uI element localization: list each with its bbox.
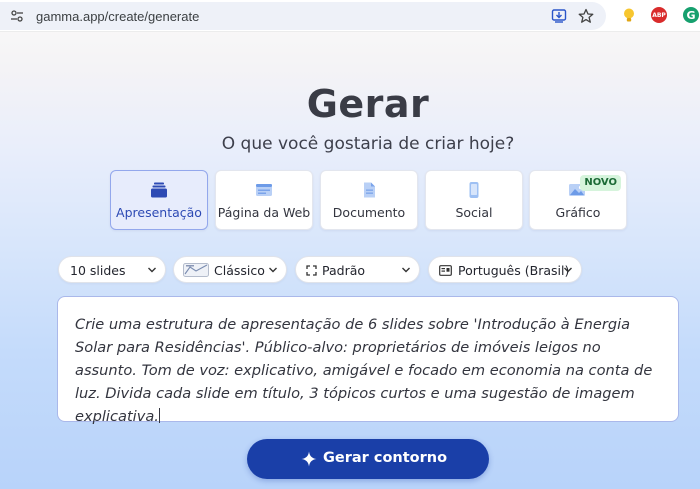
page-title: Gerar	[306, 82, 430, 126]
type-card-presentation[interactable]: Apresentação	[110, 170, 208, 230]
install-app-icon[interactable]	[551, 8, 567, 24]
type-card-social[interactable]: Social	[425, 170, 523, 230]
slides-count-value: 10 slides	[70, 263, 126, 278]
chevron-down-icon	[564, 267, 572, 273]
language-value: Português (Brasil)	[458, 263, 570, 278]
aspect-ratio-icon	[306, 265, 317, 276]
format-dropdown[interactable]: Padrão	[295, 256, 420, 283]
theme-value: Clássico	[214, 263, 265, 278]
page-subtitle: O que você gostaria de criar hoje?	[221, 134, 515, 154]
new-badge: NOVO	[580, 175, 621, 191]
language-dropdown[interactable]: Português (Brasil)	[428, 256, 582, 283]
slides-count-dropdown[interactable]: 10 slides	[58, 256, 166, 283]
prompt-text: Crie uma estrutura de apresentação de 6 …	[75, 316, 653, 425]
text-caret	[158, 408, 160, 423]
sparkle-icon	[301, 451, 317, 467]
chevron-down-icon	[269, 267, 277, 273]
prompt-input[interactable]: Crie uma estrutura de apresentação de 6 …	[57, 296, 679, 425]
format-value: Padrão	[322, 263, 366, 278]
lightbulb-extension-icon[interactable]	[621, 7, 637, 23]
type-card-label: Social	[455, 205, 493, 220]
type-card-chart[interactable]: NOVO Gráfico	[529, 170, 627, 230]
type-card-label: Documento	[332, 205, 406, 220]
adblock-extension-icon[interactable]: ABP	[651, 7, 667, 23]
type-card-label: Página da Web	[217, 205, 311, 220]
presentation-stack-icon	[151, 182, 167, 198]
grammarly-extension-icon[interactable]: G	[683, 7, 699, 23]
bookmark-star-icon[interactable]	[578, 8, 594, 24]
address-bar[interactable]: gamma.app/create/generate	[0, 2, 606, 30]
generate-outline-label: Gerar contorno	[323, 450, 448, 466]
document-icon	[364, 182, 375, 198]
type-card-label: Apresentação	[116, 205, 202, 220]
browser-toolbar: gamma.app/create/generate ABP G	[0, 0, 700, 32]
prompt-text-wrapper[interactable]: Crie uma estrutura de apresentação de 6 …	[75, 313, 667, 428]
url-text[interactable]: gamma.app/create/generate	[36, 9, 199, 24]
chevron-down-icon	[402, 267, 410, 273]
theme-dropdown[interactable]: Clássico	[173, 256, 287, 283]
adblock-label: ABP	[652, 11, 666, 19]
type-card-document[interactable]: Documento	[320, 170, 418, 230]
theme-preview-icon	[183, 263, 209, 277]
language-icon	[439, 265, 452, 276]
tune-icon[interactable]	[10, 9, 24, 23]
type-card-webpage[interactable]: Página da Web	[215, 170, 313, 230]
grammarly-label: G	[686, 8, 696, 22]
chevron-down-icon	[148, 267, 156, 273]
type-card-label: Gráfico	[555, 205, 601, 220]
phone-icon	[469, 182, 479, 198]
webpage-icon	[256, 184, 272, 196]
generate-outline-button[interactable]: Gerar contorno	[247, 439, 489, 479]
